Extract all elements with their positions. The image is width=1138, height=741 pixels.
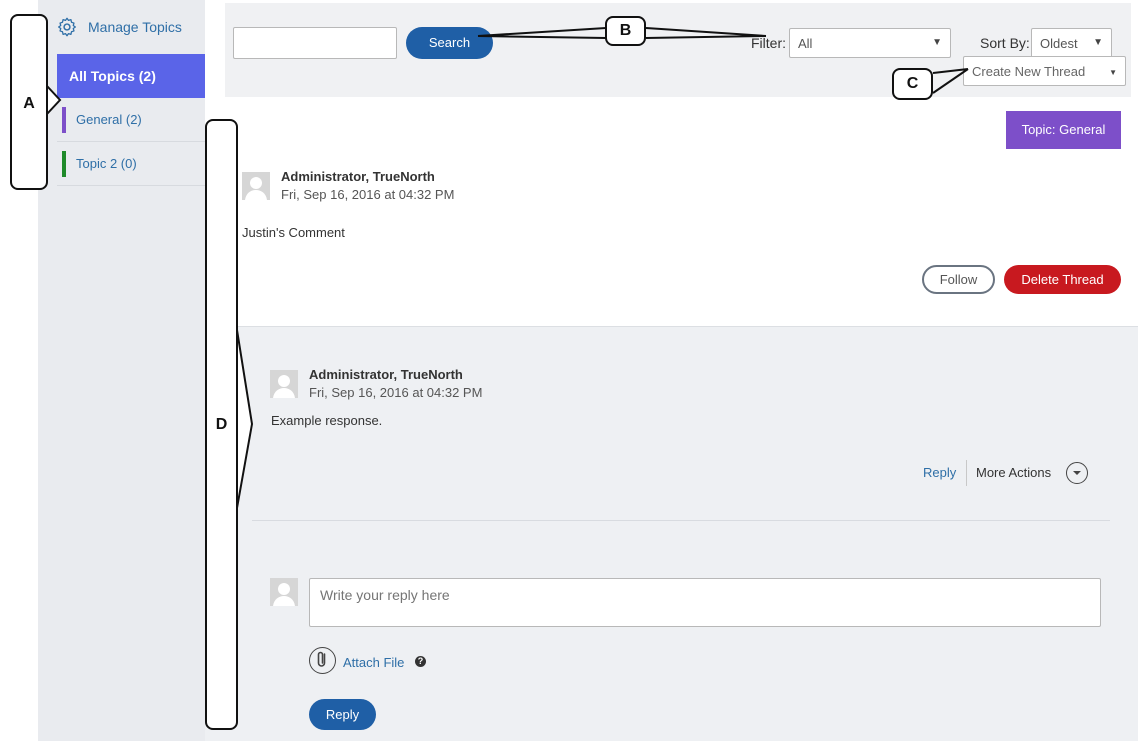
annotation-d: D <box>205 119 238 730</box>
callout-lines <box>46 27 969 509</box>
annotation-a: A <box>10 14 48 190</box>
annotation-b: B <box>605 16 646 46</box>
annotation-c: C <box>892 68 933 100</box>
